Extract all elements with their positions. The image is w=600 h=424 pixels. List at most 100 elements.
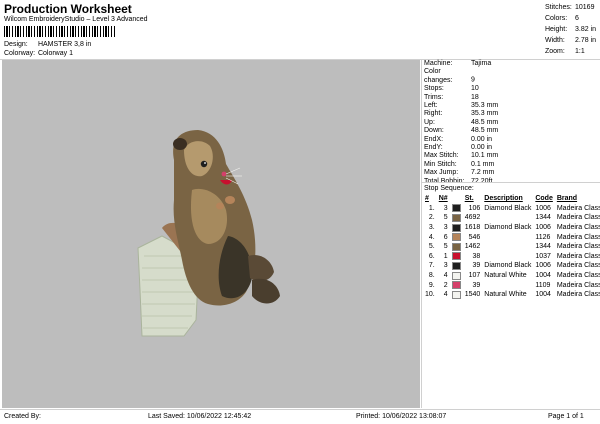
design-label: Design: <box>4 41 28 48</box>
row-stitches: 546 <box>468 233 481 241</box>
row-index: 10. <box>425 291 435 299</box>
stop-sequence-table: # N# St. Description Code Brand 1. 3 106 Di… <box>423 194 600 300</box>
row-brand: Madeira Classic 40 <box>556 262 600 270</box>
row-code: 1344 <box>535 243 551 251</box>
color-swatch <box>451 242 461 251</box>
row-description: Diamond Black <box>484 224 532 232</box>
color-swatch <box>451 290 461 299</box>
row-swatch <box>450 213 463 223</box>
prop-endx: EndX: 0.00 in <box>424 135 493 143</box>
color-swatch <box>451 261 461 270</box>
table-row: 7. 3 39Diamond Black1006 Madeira Classic 40 <box>423 261 600 271</box>
design-value: HAMSTER 3,8 in <box>37 41 92 48</box>
colorway-row: Colorway: Colorway 1 <box>4 50 73 57</box>
row-code: 1006 <box>535 262 551 270</box>
row-index: 1. <box>428 204 435 212</box>
row-swatch <box>450 261 463 271</box>
col-stitches: St. <box>464 195 474 203</box>
row-brand: Madeira Classic 40 <box>556 252 600 260</box>
row-code: 1109 <box>535 281 551 289</box>
col-swatch <box>450 194 463 204</box>
color-swatch <box>451 281 461 290</box>
row-index: 8. <box>428 272 435 280</box>
row-description <box>482 280 533 290</box>
table-row: 6. 1 38 1037 Madeira Classic 40 <box>423 252 600 262</box>
color-swatch <box>451 271 461 280</box>
panel-divider <box>421 60 422 408</box>
row-index: 9. <box>428 281 435 289</box>
row-swatch <box>450 290 463 300</box>
row-brand: Madeira Classic 40 <box>556 233 600 241</box>
prop-min-stitch: Min Stitch: 0.1 mm <box>424 160 495 168</box>
row-code: 1006 <box>535 204 551 212</box>
row-needle: 3 <box>443 262 448 270</box>
hamster-embroidery-image <box>137 130 280 337</box>
color-swatch <box>451 223 461 232</box>
row-stitches: 39 <box>472 281 481 289</box>
row-needle: 6 <box>443 233 448 241</box>
row-brand: Madeira Classic 40 <box>556 281 600 289</box>
row-index: 4. <box>428 233 435 241</box>
table-row: 4. 6 546 1126 Madeira Classic 40 <box>423 232 600 242</box>
row-swatch <box>450 223 463 233</box>
prop-machine: Machine: Tajima <box>424 60 492 67</box>
stop-sequence-title: Stop Sequence: <box>424 185 474 192</box>
row-brand: Madeira Classic 40 <box>556 224 600 232</box>
worksheet-title: Production Worksheet <box>4 2 132 16</box>
table-row: 8. 4 107Natural White 1004 Madeira Classic 4… <box>423 271 600 281</box>
table-row: 9. 2 39 1109 Madeira Classic 40 <box>423 280 600 290</box>
machine-properties: Machine: Tajima Color changes: 9 Stops: 10 … <box>424 60 498 186</box>
row-index: 5. <box>428 243 435 251</box>
barcode <box>4 26 116 37</box>
row-description: Natural White <box>484 272 527 280</box>
stat-width: Width: 2.78 in <box>545 37 597 44</box>
row-index: 7. <box>428 262 435 270</box>
row-swatch <box>450 232 463 242</box>
row-description <box>482 252 533 262</box>
prop-max-stitch: Max Stitch: 10.1 mm <box>424 152 499 160</box>
row-needle: 2 <box>443 281 448 289</box>
last-saved: Last Saved: 10/06/2022 12:45:42 <box>148 413 252 420</box>
stat-zoom: Zoom: 1:1 <box>545 48 585 55</box>
prop-max-jump: Max Jump: 7.2 mm <box>424 169 495 177</box>
row-swatch <box>450 280 463 290</box>
stat-colors: Colors: 6 <box>545 15 579 22</box>
row-needle: 4 <box>443 272 448 280</box>
table-header-row: # N# St. Description Code Brand <box>423 194 600 204</box>
row-swatch <box>450 252 463 262</box>
row-code: 1037 <box>535 252 551 260</box>
colorway-label: Colorway: <box>4 50 36 57</box>
row-swatch <box>450 271 463 281</box>
row-code: 1344 <box>535 214 551 222</box>
prop-right: Right: 35.3 mm <box>424 110 499 118</box>
col-needle: N# <box>438 195 448 203</box>
stat-stitches: Stitches: 10169 <box>545 4 595 11</box>
row-description <box>482 213 533 223</box>
row-stitches: 107 <box>468 272 481 280</box>
color-swatch <box>451 204 461 213</box>
row-code: 1006 <box>535 224 551 232</box>
color-swatch <box>451 233 461 242</box>
color-swatch <box>451 252 461 261</box>
prop-color-changes: Color changes: 9 <box>424 68 475 84</box>
row-needle: 3 <box>443 204 448 212</box>
row-brand: Madeira Classic 40 <box>556 243 600 251</box>
row-index: 6. <box>428 252 435 260</box>
row-needle: 5 <box>443 214 448 222</box>
col-code: Code <box>535 195 553 203</box>
row-code: 1004 <box>535 291 551 299</box>
table-row: 1. 3 106Diamond Black1006 Madeira Classic 4… <box>423 204 600 214</box>
row-stitches: 39 <box>472 262 481 270</box>
col-index: # <box>425 195 429 203</box>
row-brand: Madeira Classic 40 <box>556 204 600 212</box>
row-description <box>482 242 533 252</box>
row-index: 3. <box>428 224 435 232</box>
row-swatch <box>450 204 463 214</box>
table-row: 3. 3 1618Diamond Black1006 Madeira Classic … <box>423 223 600 233</box>
row-stitches: 106 <box>468 204 481 212</box>
row-needle: 4 <box>443 291 448 299</box>
table-row: 10. 4 1540Natural White 1004 Madeira Classic… <box>423 290 600 300</box>
row-description: Natural White <box>484 291 527 299</box>
footer-divider <box>0 409 600 410</box>
prop-stops: Stops: 10 <box>424 85 479 93</box>
